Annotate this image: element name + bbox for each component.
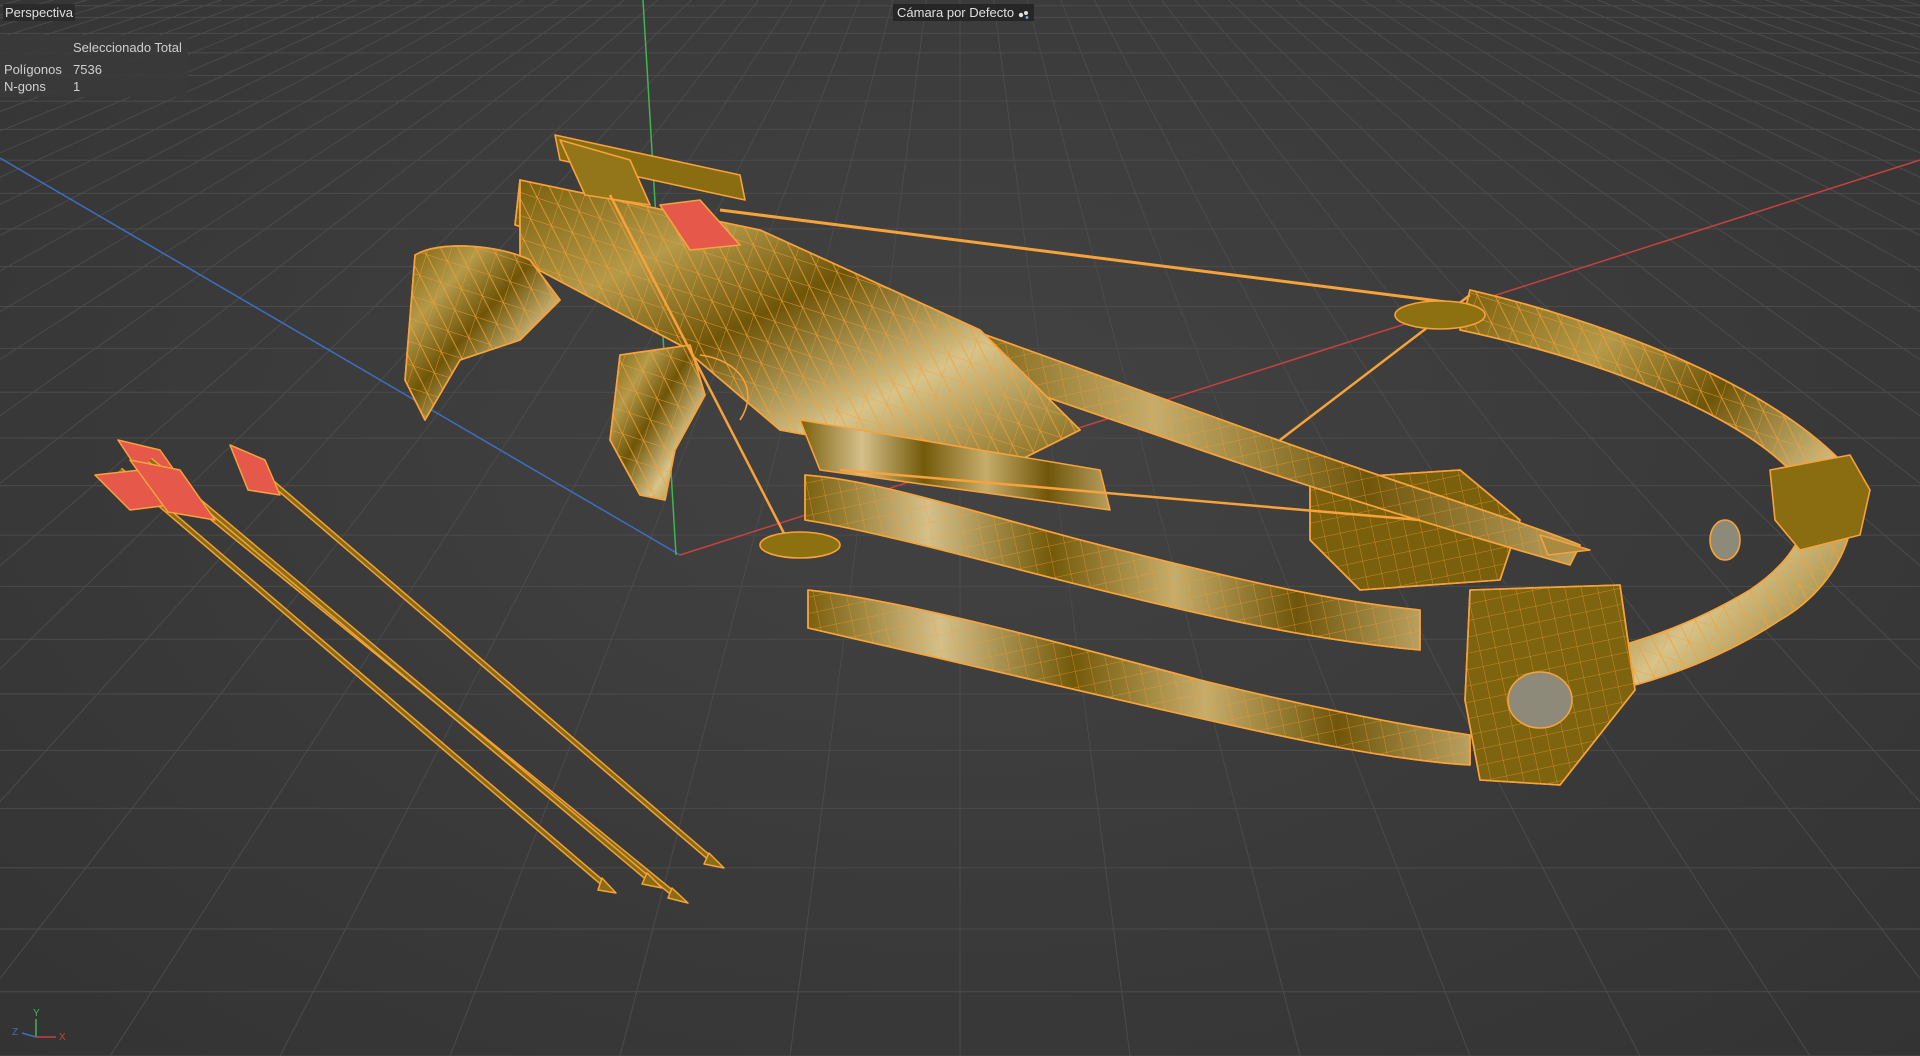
grid-line (0, 0, 290, 113)
stats-value: 1 (73, 79, 81, 94)
stats-row-polygons: Polígonos 7536 (4, 62, 102, 77)
grid-line (0, 0, 491, 272)
stats-panel: Seleccionado Total Polígonos 7536 N-gons… (0, 35, 188, 97)
grid-line (0, 0, 525, 313)
stats-label: N-gons (4, 79, 46, 94)
grid-line (0, 0, 22, 6)
camera-selector[interactable]: Cámara por Defecto (893, 4, 1035, 21)
grid-line (0, 0, 357, 154)
stats-value: 7536 (73, 62, 102, 77)
scene-canvas[interactable] (0, 0, 1920, 1056)
grid-line (1630, 0, 1920, 113)
stats-header: Seleccionado Total (73, 40, 182, 55)
axis-z-label: Z (12, 1027, 18, 1038)
axis-x-label: X (59, 1032, 66, 1043)
grid-line (1026, 0, 1301, 1056)
grid-line (0, 0, 257, 95)
pulley-right (1709, 519, 1741, 561)
grid-line (0, 0, 55, 16)
grid-line (0, 0, 73, 1056)
arrow-4 (229, 444, 725, 869)
grid-line (0, 0, 558, 360)
pulley-front (1507, 671, 1573, 729)
arrow-1 (94, 467, 617, 894)
grid-line (0, 0, 42, 1056)
limb-cap-right (1769, 454, 1871, 551)
grid-line (0, 0, 223, 79)
grid-line (1878, 0, 1920, 1056)
grid-line (0, 0, 123, 38)
cam-lower (759, 531, 841, 559)
axis-y-label: Y (33, 1008, 40, 1019)
view-name-label[interactable]: Perspectiva (3, 4, 75, 21)
crossbow-model (404, 134, 1871, 786)
grid-line (0, 0, 458, 236)
grid-line (279, 0, 827, 1056)
grid-line (1697, 0, 1920, 79)
fletching (229, 444, 281, 496)
grid-line (0, 0, 190, 64)
axis-gizmo: Y X Z (12, 1008, 66, 1043)
grid-line (1663, 0, 1920, 95)
camera-name: Cámara por Defecto (897, 5, 1015, 20)
arrow-3 (129, 457, 663, 889)
grid-line (109, 0, 793, 1056)
bolt-tip (1539, 534, 1591, 556)
grid-line (0, 0, 89, 27)
camera-icon (1018, 8, 1030, 19)
arrow-bundle (94, 439, 725, 904)
stats-row-ngons: N-gons 1 (4, 79, 80, 94)
3d-viewport[interactable]: Perspectiva Cámara por Defecto Seleccion… (0, 0, 1920, 1056)
stats-label: Polígonos (4, 62, 62, 77)
cam-upper (1394, 300, 1486, 330)
